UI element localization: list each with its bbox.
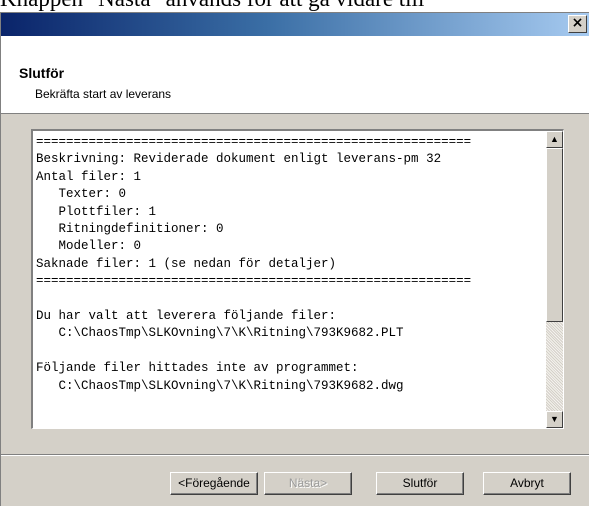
summary-text: ========================================… xyxy=(36,134,546,395)
summary-line: Plottfiler: 1 xyxy=(36,204,157,219)
finish-button[interactable]: Slutför xyxy=(376,472,464,495)
summary-line: Du har valt att leverera följande filer: xyxy=(36,309,337,324)
cancel-button[interactable]: Avbryt xyxy=(483,472,571,495)
vertical-scrollbar[interactable]: ▲ ▼ xyxy=(546,131,563,428)
summary-line: C:\ChaosTmp\SLKOvning\7\K\Ritning\793K96… xyxy=(36,326,404,341)
summary-line: Följande filer hittades inte av programm… xyxy=(36,361,359,376)
scroll-down-button[interactable]: ▼ xyxy=(546,411,563,428)
document-text: Knappen "Nästa" används för att gå vidar… xyxy=(0,0,589,12)
summary-line: ========================================… xyxy=(36,274,472,289)
page-title: Slutför xyxy=(19,65,65,81)
previous-button[interactable]: <Föregående xyxy=(170,472,258,495)
summary-textbox[interactable]: ========================================… xyxy=(31,129,564,429)
summary-line: Beskrivning: Reviderade dokument enligt … xyxy=(36,152,442,167)
summary-line xyxy=(36,343,546,360)
summary-line: Ritningdefinitioner: 0 xyxy=(36,222,224,237)
wizard-header: Slutför Bekräfta start av leverans xyxy=(1,36,589,114)
summary-line: Saknade filer: 1 (se nedan för detaljer) xyxy=(36,256,337,271)
wizard-dialog: × Slutför Bekräfta start av leverans ===… xyxy=(0,12,589,506)
close-button[interactable]: × xyxy=(568,15,587,33)
scrollbar-thumb[interactable] xyxy=(546,148,563,322)
scroll-up-button[interactable]: ▲ xyxy=(546,131,563,148)
next-button[interactable]: Nästa> xyxy=(264,472,352,495)
summary-line: Modeller: 0 xyxy=(36,239,142,254)
summary-line xyxy=(36,291,546,308)
summary-line: ========================================… xyxy=(36,135,472,149)
summary-line: C:\ChaosTmp\SLKOvning\7\K\Ritning\793K96… xyxy=(36,378,404,393)
summary-line: Antal filer: 1 xyxy=(36,169,142,184)
summary-line: Texter: 0 xyxy=(36,187,127,202)
title-bar[interactable]: × xyxy=(1,13,589,36)
page-subtitle: Bekräfta start av leverans xyxy=(35,87,172,101)
